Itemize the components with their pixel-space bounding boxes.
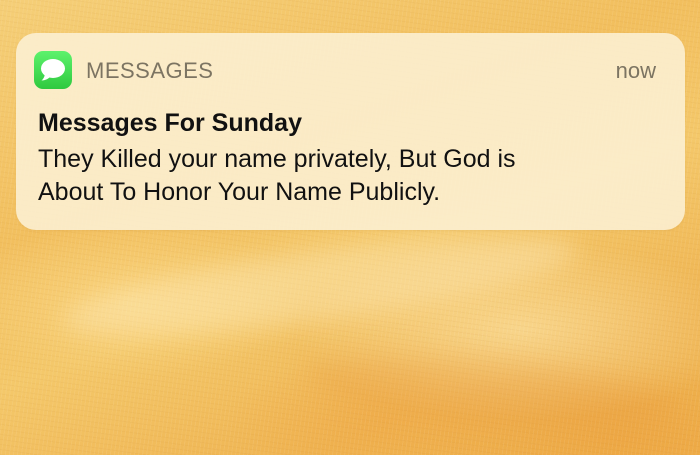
notification-timestamp: now [615, 58, 656, 83]
notification-body: They Killed your name privately, But God… [38, 143, 658, 209]
notification-title: Messages For Sunday [38, 109, 302, 137]
message-notification-banner[interactable]: MESSAGES now Messages For Sunday They Ki… [16, 33, 685, 230]
notification-body-line: They Killed your name privately, But God… [38, 145, 516, 173]
messages-app-icon [34, 51, 72, 89]
speech-bubble-icon [41, 59, 65, 81]
notification-body-line: About To Honor Your Name Publicly. [38, 178, 441, 206]
app-name-label: MESSAGES [86, 58, 214, 83]
